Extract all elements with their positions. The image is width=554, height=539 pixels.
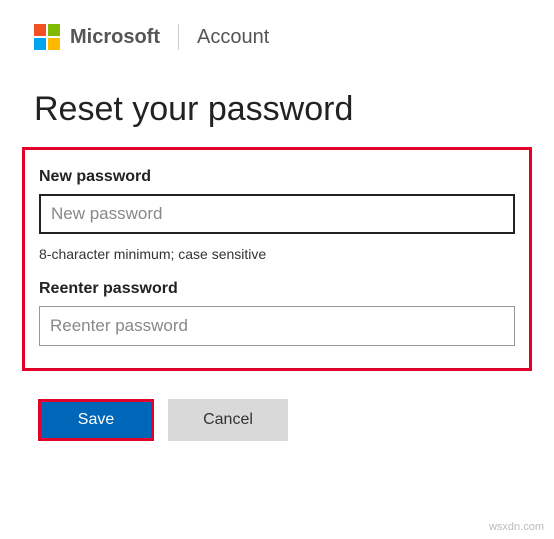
new-password-input[interactable] [39,194,515,234]
watermark-text: wsxdn.com [489,521,544,533]
reenter-password-label: Reenter password [39,280,515,298]
microsoft-logo-icon [34,24,60,50]
cancel-button[interactable]: Cancel [168,399,288,441]
section-text: Account [197,26,269,49]
save-button-highlight: Save [38,399,154,441]
header-divider [178,24,179,50]
password-helper-text: 8-character minimum; case sensitive [39,246,515,262]
password-form-highlight: New password 8-character minimum; case s… [22,147,532,371]
new-password-label: New password [39,168,515,186]
save-button[interactable]: Save [41,402,151,438]
page-title: Reset your password [0,66,554,147]
reenter-password-input[interactable] [39,306,515,346]
brand-text: Microsoft [70,26,160,49]
header: Microsoft Account [0,0,554,66]
button-row: Save Cancel [0,371,554,469]
